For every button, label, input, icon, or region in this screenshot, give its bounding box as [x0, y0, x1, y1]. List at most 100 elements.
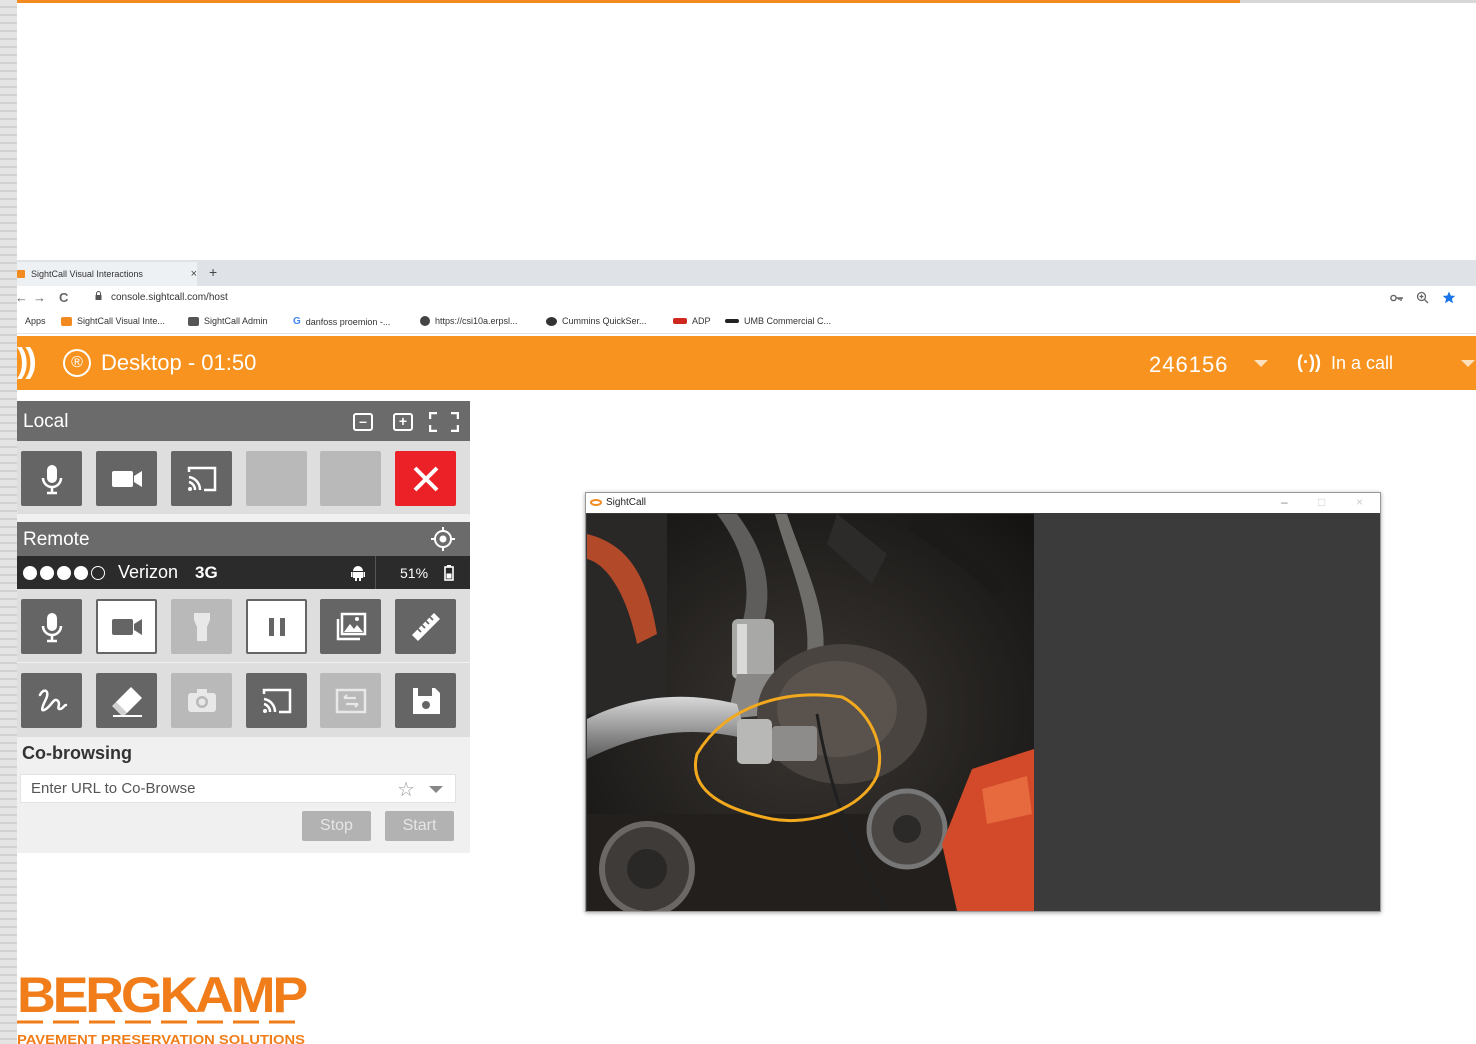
- measure-button[interactable]: [395, 599, 456, 654]
- back-icon[interactable]: ←: [15, 290, 28, 305]
- sightcall-icon: [61, 316, 72, 326]
- locate-icon[interactable]: [430, 527, 456, 551]
- snapshot-button[interactable]: [171, 673, 232, 728]
- screen-cast-icon: [262, 688, 291, 713]
- video-camera-icon: [111, 618, 142, 635]
- lock-icon: [95, 291, 102, 300]
- browser-tab[interactable]: SightCall Visual Interactions ×: [17, 262, 197, 286]
- local-controls: [17, 441, 470, 514]
- battery-icon: [444, 565, 454, 581]
- google-icon: G: [293, 316, 301, 327]
- sightcall-logo-icon: )): [17, 342, 37, 380]
- cobrowse-url-field: ☆: [20, 774, 456, 803]
- battery-level: 51%: [400, 565, 429, 581]
- adp-icon: [673, 318, 687, 324]
- camera-icon: [187, 688, 216, 712]
- tab-title: SightCall Visual Interactions: [31, 269, 143, 279]
- control-panel: Local – + Remote Verizon 3G 51% Co-brows…: [17, 401, 470, 853]
- eraser-icon: [111, 686, 142, 717]
- minimize-panel-icon[interactable]: –: [353, 413, 373, 431]
- local-empty-button-2: [320, 451, 381, 506]
- app-header: )) ® Desktop - 01:50 246156 (·)) In a ca…: [17, 336, 1476, 390]
- bookmark-sightcall-visual[interactable]: SightCall Visual Inte...: [61, 316, 165, 326]
- flashlight-icon: [193, 612, 210, 641]
- video-camera-icon: [111, 470, 142, 487]
- remote-mic-button[interactable]: [21, 599, 82, 654]
- status-divider: [375, 556, 376, 589]
- local-title: Local: [23, 411, 69, 432]
- fullscreen-icon[interactable]: [429, 412, 459, 432]
- eraser-button[interactable]: [96, 673, 157, 728]
- cobrowsing-title: Co-browsing: [22, 743, 132, 763]
- save-button[interactable]: [395, 673, 456, 728]
- url-field[interactable]: console.sightcall.com/host: [111, 292, 228, 303]
- bookmark-star-icon[interactable]: [1442, 291, 1456, 304]
- local-camera-button[interactable]: [96, 451, 157, 506]
- bookmark-cummins[interactable]: Cummins QuickSer...: [546, 316, 647, 326]
- status-dropdown-icon[interactable]: [1461, 360, 1475, 367]
- end-call-button[interactable]: [395, 451, 456, 506]
- browser-address-bar: ← → C console.sightcall.com/host: [15, 286, 1476, 310]
- local-mic-button[interactable]: [21, 451, 82, 506]
- stop-cobrowse-button[interactable]: Stop: [302, 811, 371, 841]
- window-close-icon[interactable]: ×: [1356, 495, 1363, 509]
- bookmark-sightcall-admin[interactable]: SightCall Admin: [188, 316, 268, 326]
- draw-icon: [38, 688, 67, 711]
- bookmark-danfoss[interactable]: G danfoss proemion -...: [293, 316, 390, 327]
- swap-icon: [335, 688, 366, 713]
- signal-dot: [23, 566, 37, 580]
- sightcall-window-icon: [590, 499, 602, 506]
- signal-dot: [57, 566, 71, 580]
- reload-icon[interactable]: C: [59, 290, 68, 305]
- slide-left-strip: [0, 0, 17, 1044]
- bergkamp-logo: BERGKAMP PAVEMENT PRESERVATION SOLUTIONS: [17, 967, 310, 1044]
- flashlight-button[interactable]: [171, 599, 232, 654]
- remote-cast-button[interactable]: [246, 673, 307, 728]
- slide-accent-bar-rest: [1240, 0, 1476, 3]
- url-history-dropdown-icon[interactable]: [429, 786, 443, 793]
- pause-icon: [268, 617, 285, 636]
- swap-button[interactable]: [320, 673, 381, 728]
- ruler-icon: [411, 612, 440, 641]
- cobrowse-url-input[interactable]: [21, 775, 381, 802]
- local-cast-button[interactable]: [171, 451, 232, 506]
- favorite-star-icon[interactable]: ☆: [397, 777, 415, 802]
- remote-video-feed[interactable]: [587, 514, 1034, 911]
- microphone-icon: [41, 612, 62, 642]
- pause-video-button[interactable]: [246, 599, 307, 654]
- umb-icon: [725, 319, 739, 323]
- local-header: Local – +: [17, 401, 470, 441]
- signal-dot-empty: [91, 566, 105, 580]
- bookmark-umb[interactable]: UMB Commercial C...: [725, 316, 831, 326]
- gallery-button[interactable]: [320, 599, 381, 654]
- tab-close-icon[interactable]: ×: [191, 268, 197, 280]
- logo-tagline: PAVEMENT PRESERVATION SOLUTIONS: [17, 1032, 305, 1044]
- agent-badge-icon: ®: [63, 349, 91, 377]
- bookmark-apps[interactable]: Apps: [25, 316, 46, 326]
- network-type: 3G: [195, 563, 218, 582]
- bookmark-adp[interactable]: ADP: [673, 316, 711, 326]
- remote-camera-button[interactable]: [96, 599, 157, 654]
- sightcall-video-window: SightCall – □ ×: [585, 492, 1381, 912]
- expand-panel-icon[interactable]: +: [393, 413, 413, 431]
- zoom-icon[interactable]: [1416, 291, 1429, 304]
- session-title: Desktop - 01:50: [101, 350, 257, 375]
- forward-icon[interactable]: →: [33, 290, 46, 305]
- bookmark-csi10a[interactable]: https://csi10a.erpsl...: [420, 316, 518, 326]
- carrier-name: Verizon: [118, 562, 179, 582]
- session-dropdown-icon[interactable]: [1254, 360, 1268, 367]
- microphone-icon: [41, 464, 62, 494]
- draw-button[interactable]: [21, 673, 82, 728]
- window-minimize-icon[interactable]: –: [1281, 495, 1288, 509]
- key-icon[interactable]: [1390, 293, 1404, 303]
- engine-video-image: [587, 514, 1034, 911]
- new-tab-button[interactable]: +: [209, 264, 217, 280]
- window-maximize-icon[interactable]: □: [1318, 495, 1325, 509]
- call-status-icon: (·)): [1297, 352, 1321, 372]
- video-window-title: SightCall: [606, 497, 647, 508]
- android-icon: [351, 566, 365, 581]
- start-cobrowse-button[interactable]: Start: [385, 811, 454, 841]
- remote-device-status: Verizon 3G 51%: [17, 556, 470, 589]
- session-id[interactable]: 246156: [1149, 352, 1228, 378]
- signal-dot: [74, 566, 88, 580]
